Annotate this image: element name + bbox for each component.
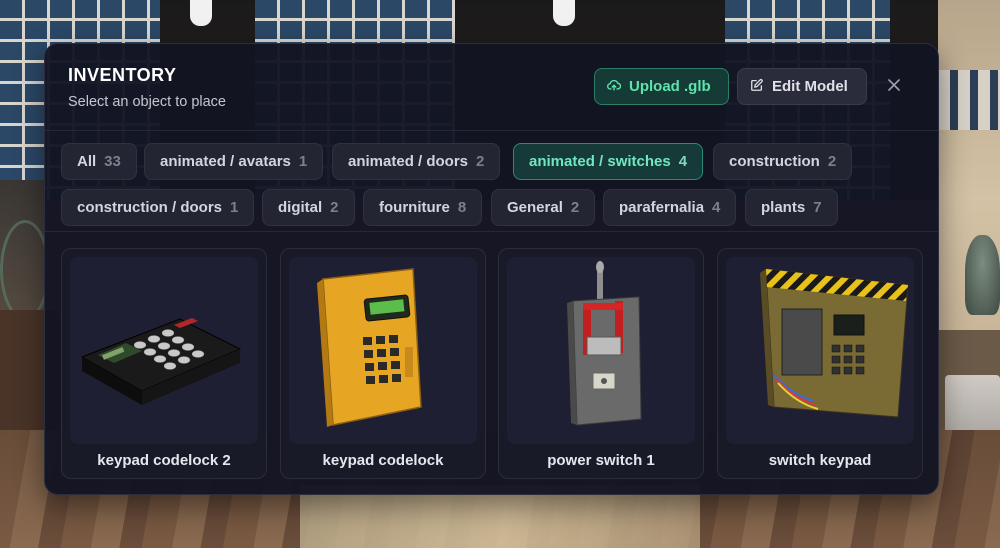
lever-switch-model <box>567 261 642 426</box>
item-card-keypad-codelock[interactable]: keypad codelock <box>280 248 486 479</box>
ceiling-lamp <box>190 0 212 26</box>
plant-pot <box>965 235 1000 315</box>
filter-chip-count: 2 <box>570 199 580 216</box>
filter-chip-label: fourniture <box>379 199 450 216</box>
filter-chip-count: 33 <box>104 153 121 170</box>
filter-chip-label: parafernalia <box>619 199 705 216</box>
filter-chip-digital[interactable]: digital 2 <box>262 189 355 226</box>
inventory-header: INVENTORY Select an object to place Uplo… <box>45 44 938 131</box>
item-thumbnail <box>70 257 258 444</box>
filter-chip-label: construction <box>729 153 820 170</box>
item-label: power switch 1 <box>547 452 655 469</box>
filter-chip-all[interactable]: All 33 <box>61 143 137 180</box>
item-card-keypad-codelock-2[interactable]: keypad codelock 2 <box>61 248 267 479</box>
filter-chip-animated-switches[interactable]: animated / switches 4 <box>513 143 704 180</box>
cloud-upload-icon <box>607 78 622 96</box>
upload-glb-button[interactable]: Upload .glb <box>594 68 729 105</box>
ceiling-lamp <box>553 0 575 26</box>
filter-chip-label: construction / doors <box>77 199 223 216</box>
filter-chip-label: animated / avatars <box>160 153 291 170</box>
filter-chip-label: General <box>507 199 563 216</box>
filter-chip-general[interactable]: General 2 <box>491 189 596 226</box>
hazard-keypad-model <box>760 268 909 418</box>
inventory-title: INVENTORY <box>68 65 177 85</box>
item-label: keypad codelock 2 <box>97 452 231 469</box>
filter-chip-label: animated / doors <box>348 153 469 170</box>
close-button[interactable] <box>883 76 905 98</box>
filter-chip-count: 4 <box>712 199 721 216</box>
filter-chip-animated-avatars[interactable]: animated / avatars 1 <box>144 143 324 180</box>
category-filters: All 33 animated / avatars 1 animated / d… <box>45 131 938 232</box>
edit-model-label: Edit Model <box>772 78 848 95</box>
inventory-subtitle: Select an object to place <box>68 94 226 110</box>
filter-chip-count: 1 <box>298 153 308 170</box>
item-card-switch-keypad[interactable]: switch keypad <box>717 248 923 479</box>
filter-chip-count: 4 <box>678 153 688 170</box>
close-icon <box>887 78 901 97</box>
upload-glb-label: Upload .glb <box>629 78 711 95</box>
filter-chip-count: 1 <box>230 199 239 216</box>
filter-chip-construction-doors[interactable]: construction / doors 1 <box>61 189 255 226</box>
filter-chip-animated-doors[interactable]: animated / doors 2 <box>332 143 501 180</box>
edit-model-button[interactable]: Edit Model <box>737 68 867 105</box>
edit-pencil-icon <box>750 78 764 96</box>
filter-chip-count: 7 <box>813 199 822 216</box>
item-label: switch keypad <box>768 452 872 469</box>
filter-chip-fourniture[interactable]: fourniture 8 <box>363 189 483 226</box>
black-keypad-model <box>80 318 242 405</box>
inventory-panel: INVENTORY Select an object to place Uplo… <box>44 43 939 495</box>
filter-chip-plants[interactable]: plants 7 <box>745 189 838 226</box>
filter-chip-label: All <box>77 153 97 170</box>
filter-chip-count: 2 <box>476 153 485 170</box>
item-label: keypad codelock <box>322 452 444 469</box>
item-thumbnail <box>726 257 914 444</box>
window <box>938 70 1000 130</box>
filter-chip-label: plants <box>761 199 806 216</box>
filter-chip-construction[interactable]: construction 2 <box>713 143 853 180</box>
yellow-keypad-model <box>317 268 422 427</box>
item-thumbnail <box>289 257 477 444</box>
filter-chip-label: animated / switches <box>529 153 671 170</box>
filter-chip-count: 8 <box>457 199 467 216</box>
filter-chip-label: digital <box>278 199 323 216</box>
filter-chip-count: 2 <box>330 199 339 216</box>
item-card-power-switch-1[interactable]: power switch 1 <box>498 248 704 479</box>
filter-chip-parafernalia[interactable]: parafernalia 4 <box>603 189 737 226</box>
item-thumbnail <box>507 257 695 444</box>
filter-chip-count: 2 <box>827 153 837 170</box>
bicycle <box>0 220 50 320</box>
